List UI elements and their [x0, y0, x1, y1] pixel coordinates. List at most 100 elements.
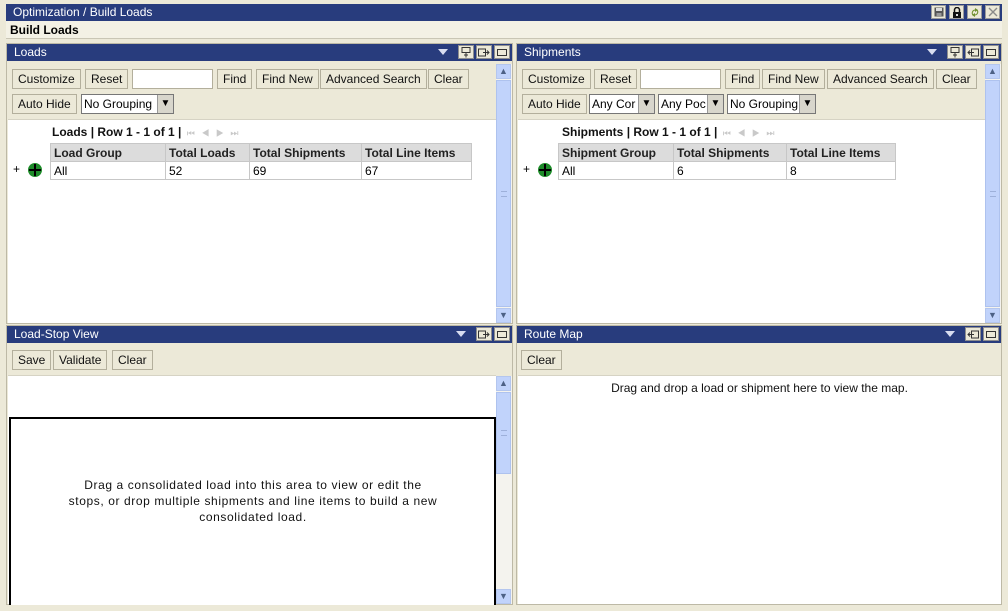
scroll-up-button[interactable]: ▲	[985, 64, 1000, 79]
carrier-filter-select[interactable]: Any Cor ▼	[589, 94, 655, 114]
find-button[interactable]: Find	[217, 69, 253, 89]
maximize-icon[interactable]	[983, 45, 999, 59]
scroll-down-button[interactable]: ▼	[496, 589, 511, 604]
dock-out-icon[interactable]	[476, 45, 492, 59]
dock-in-icon[interactable]	[965, 327, 981, 341]
grid-cell[interactable]: 69	[249, 161, 362, 180]
scroll-thumb[interactable]	[985, 80, 1000, 307]
save-button[interactable]: Save	[12, 350, 52, 370]
maximize-icon[interactable]	[494, 327, 510, 341]
grid-caption-rows: | Row 1 - 1 of 1 |	[90, 125, 182, 139]
clear-button[interactable]: Clear	[936, 69, 977, 89]
column-header[interactable]: Total Loads	[165, 143, 250, 162]
scroll-up-button[interactable]: ▲	[496, 64, 511, 79]
route-map-panel: Route Map Clear Drag and drop a load or …	[516, 325, 1002, 605]
panel-menu-icon[interactable]	[927, 49, 937, 55]
panel-menu-icon[interactable]	[456, 331, 466, 337]
advanced-search-button[interactable]: Advanced Search	[827, 69, 934, 89]
customize-button[interactable]: Customize	[12, 69, 81, 89]
maximize-icon[interactable]	[983, 327, 999, 341]
add-icon[interactable]	[28, 163, 42, 177]
reset-button[interactable]: Reset	[85, 69, 129, 89]
grouping-select[interactable]: No Grouping ▼	[727, 94, 816, 114]
carrier-filter-value: Any Cor	[592, 97, 636, 111]
close-icon[interactable]	[985, 5, 1000, 19]
grid-cell[interactable]: All	[50, 161, 166, 180]
search-input[interactable]	[132, 69, 213, 89]
shipments-grid-caption: Shipments | Row 1 - 1 of 1 | ⏮ ◀ ▶ ⏭	[562, 125, 777, 139]
expand-row-toggle[interactable]: +	[523, 162, 530, 176]
grid-cell[interactable]: 6	[673, 161, 787, 180]
refresh-icon[interactable]	[967, 5, 982, 19]
grid-cell[interactable]: 8	[786, 161, 896, 180]
scroll-thumb[interactable]	[496, 80, 511, 307]
clear-button[interactable]: Clear	[112, 350, 153, 370]
maximize-icon[interactable]	[494, 45, 510, 59]
column-header[interactable]: Total Line Items	[361, 143, 472, 162]
column-header[interactable]: Total Shipments	[673, 143, 787, 162]
load-stop-content: Drag a consolidated load into this area …	[8, 375, 496, 605]
pager-controls[interactable]: ⏮ ◀ ▶ ⏭	[187, 128, 241, 138]
panel-menu-icon[interactable]	[438, 49, 448, 55]
load-stop-panel-title: Load-Stop View	[14, 327, 99, 341]
shipments-grid-area: Shipments | Row 1 - 1 of 1 | ⏮ ◀ ▶ ⏭ + S…	[518, 119, 985, 323]
lock-icon[interactable]	[949, 5, 964, 19]
auto-hide-button[interactable]: Auto Hide	[522, 94, 587, 114]
table-row[interactable]: All 52 69 67	[50, 161, 472, 180]
grid-caption-name: Loads	[52, 125, 88, 139]
expand-row-toggle[interactable]: +	[13, 162, 20, 176]
shipments-scrollbar[interactable]: ▲ ▼	[985, 64, 1001, 323]
load-stop-scrollbar[interactable]: ▲ ▼	[496, 376, 512, 604]
dock-in-icon[interactable]	[965, 45, 981, 59]
scroll-down-button[interactable]: ▼	[496, 308, 511, 323]
page-title: Build Loads	[6, 21, 1002, 39]
table-row[interactable]: All 6 8	[558, 161, 896, 180]
customize-button[interactable]: Customize	[522, 69, 591, 89]
column-header[interactable]: Shipment Group	[558, 143, 674, 162]
route-map-area[interactable]: Drag and drop a load or shipment here to…	[518, 375, 1001, 604]
find-button[interactable]: Find	[725, 69, 761, 89]
pool-filter-value: Any Poc	[661, 97, 706, 111]
grid-header-row: Shipment Group Total Shipments Total Lin…	[558, 143, 896, 162]
column-header[interactable]: Load Group	[50, 143, 166, 162]
column-header[interactable]: Total Shipments	[249, 143, 362, 162]
grouping-select[interactable]: No Grouping ▼	[81, 94, 174, 114]
search-input[interactable]	[640, 69, 721, 89]
save-icon[interactable]	[931, 5, 946, 19]
clear-button[interactable]: Clear	[428, 69, 469, 89]
loads-scrollbar[interactable]: ▲ ▼	[496, 64, 512, 323]
dropdown-arrow-icon[interactable]: ▼	[707, 95, 723, 113]
grid-cell[interactable]: 67	[361, 161, 472, 180]
add-icon[interactable]	[538, 163, 552, 177]
reset-button[interactable]: Reset	[594, 69, 638, 89]
column-header[interactable]: Total Line Items	[786, 143, 896, 162]
pager-controls[interactable]: ⏮ ◀ ▶ ⏭	[723, 128, 777, 138]
grid-cell[interactable]: 52	[165, 161, 250, 180]
validate-button[interactable]: Validate	[53, 350, 108, 370]
scroll-up-button[interactable]: ▲	[496, 376, 511, 391]
scroll-down-button[interactable]: ▼	[985, 308, 1000, 323]
auto-hide-button[interactable]: Auto Hide	[12, 94, 77, 114]
loads-panel-header: Loads	[7, 44, 512, 61]
loads-panel-title: Loads	[14, 45, 47, 59]
dock-out-icon[interactable]	[476, 327, 492, 341]
grid-cell[interactable]: All	[558, 161, 674, 180]
advanced-search-button[interactable]: Advanced Search	[320, 69, 427, 89]
shipments-panel: Shipments Customize Reset Find Find New …	[516, 43, 1002, 324]
shipments-panel-title: Shipments	[524, 45, 581, 59]
find-new-button[interactable]: Find New	[762, 69, 825, 89]
pool-filter-select[interactable]: Any Poc ▼	[658, 94, 724, 114]
map-drop-message: Drag and drop a load or shipment here to…	[611, 381, 908, 395]
load-stop-panel-header: Load-Stop View	[7, 326, 512, 343]
dropdown-arrow-icon[interactable]: ▼	[799, 95, 815, 113]
pin-icon[interactable]	[458, 45, 474, 59]
clear-button[interactable]: Clear	[521, 350, 562, 370]
route-map-panel-title: Route Map	[524, 327, 583, 341]
find-new-button[interactable]: Find New	[256, 69, 319, 89]
dropdown-arrow-icon[interactable]: ▼	[638, 95, 654, 113]
dropdown-arrow-icon[interactable]: ▼	[157, 95, 173, 113]
panel-menu-icon[interactable]	[945, 331, 955, 337]
pin-icon[interactable]	[947, 45, 963, 59]
load-stop-panel: Load-Stop View Save Validate Clear Drag …	[6, 325, 513, 605]
scroll-thumb[interactable]	[496, 392, 511, 474]
